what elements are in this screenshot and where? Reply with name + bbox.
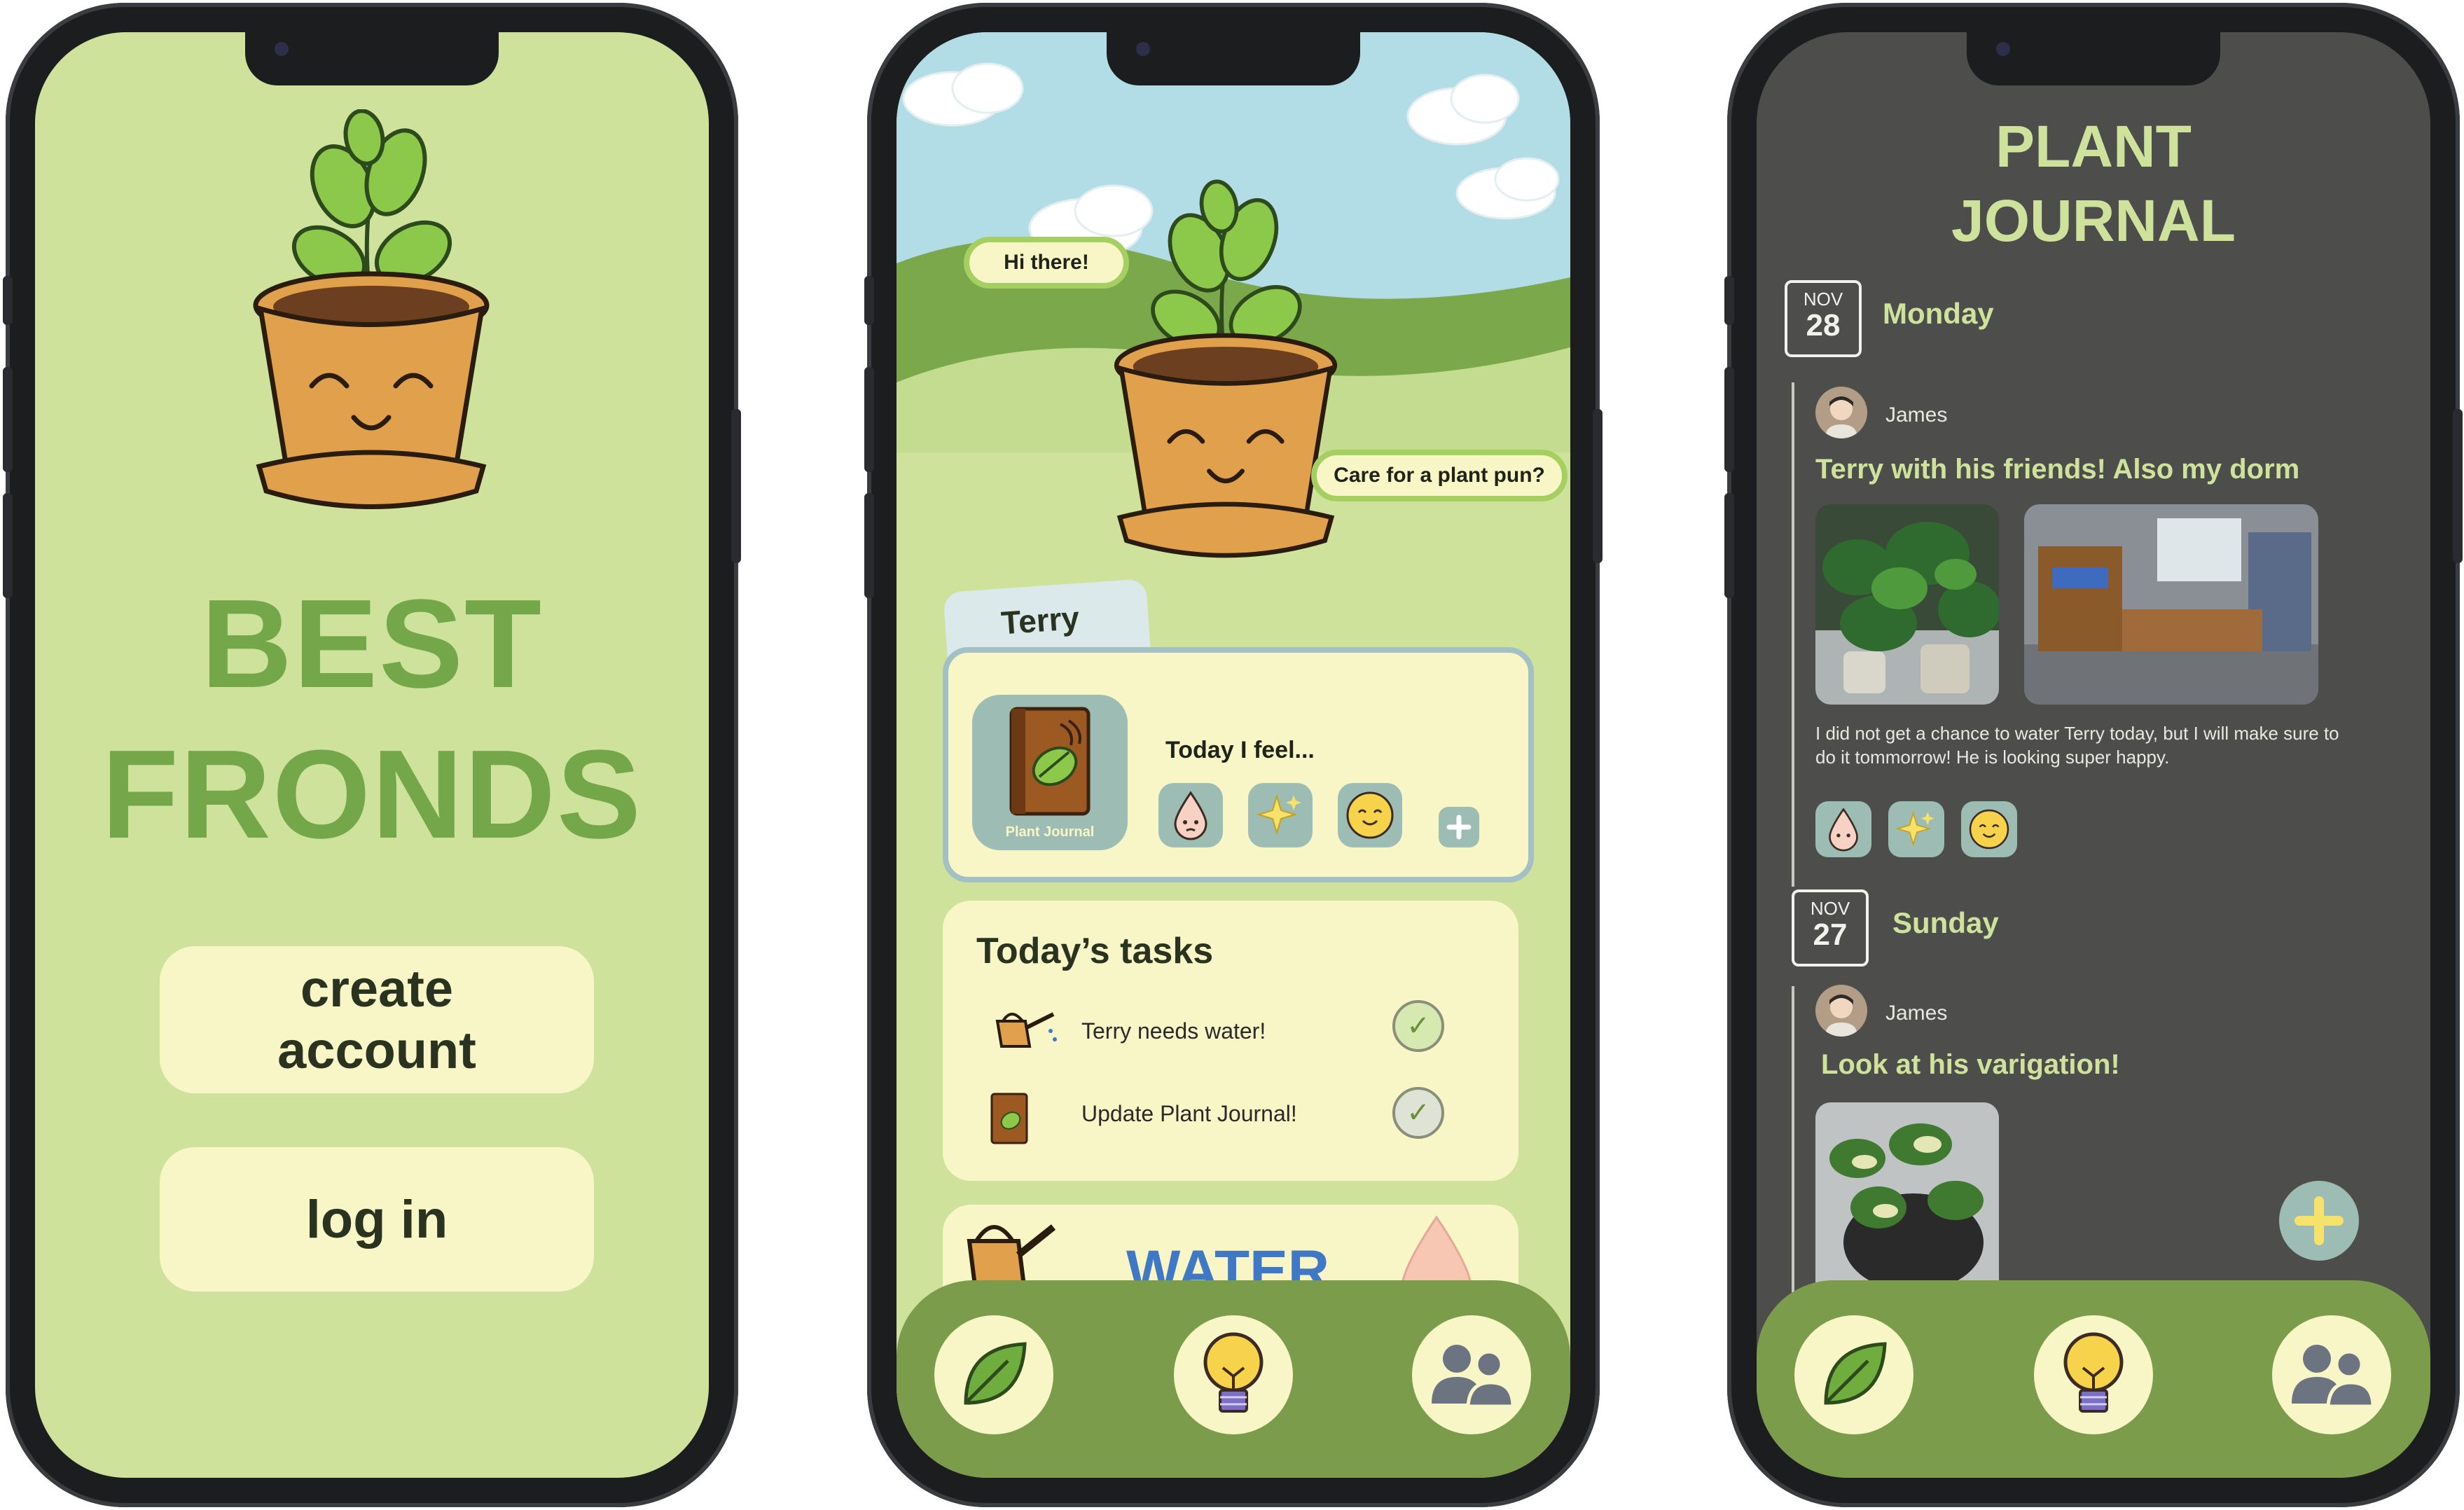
happy-face-icon — [1346, 791, 1394, 839]
date-day: 27 — [1813, 917, 1848, 952]
happy-mood-button[interactable] — [1338, 783, 1402, 847]
nav-plants-button[interactable] — [1794, 1315, 1913, 1434]
journal-book-small-icon — [990, 1093, 1028, 1144]
bottom-nav-bar — [897, 1280, 1570, 1478]
notch — [1107, 32, 1360, 85]
reaction-sparkle[interactable] — [1888, 801, 1944, 857]
lightbulb-icon — [2063, 1332, 2124, 1413]
notch — [245, 32, 499, 85]
plants-photo — [1815, 504, 1999, 705]
journal-screen: PLANT JOURNAL NOV 28 Monday James Terry … — [1757, 32, 2430, 1478]
dorm-photo — [2024, 504, 2318, 705]
plant-journal-tile-label: Plant Journal — [1005, 824, 1095, 840]
happy-face-icon — [1969, 809, 2009, 850]
app-title-line2: FRONDS — [102, 724, 642, 865]
journal-book-icon — [1009, 707, 1091, 816]
post-body: I did not get a chance to water Terry to… — [1815, 723, 2339, 768]
entry-timeline — [1792, 382, 1794, 887]
avatar[interactable] — [1815, 985, 1867, 1037]
home-screen: Hi there! Care for a plant pun? Terry Pl… — [897, 32, 1570, 1478]
login-label: log in — [305, 1189, 448, 1249]
date-badge-nov-28: NOV 28 — [1785, 280, 1862, 357]
plant-pun-text: Care for a plant pun? — [1334, 464, 1545, 487]
plus-icon — [1446, 815, 1472, 840]
task-label-journal: Update Plant Journal! — [1081, 1101, 1297, 1126]
post-title: Look at his varigation! — [1821, 1049, 2120, 1080]
sparkle-mood-button[interactable] — [1248, 783, 1313, 847]
nav-tips-button[interactable] — [1174, 1315, 1293, 1434]
feel-label: Today I feel... — [1165, 737, 1315, 763]
friends-icon — [1432, 1345, 1515, 1408]
sad-mood-button[interactable] — [1158, 783, 1223, 847]
create-account-label-1: create — [300, 960, 454, 1018]
create-account-label-2: account — [277, 1021, 476, 1079]
plant-journal-tile[interactable]: Plant Journal — [972, 695, 1128, 850]
tasks-title: Today’s tasks — [976, 931, 1214, 971]
app-title-line1: BEST — [200, 574, 544, 714]
lightbulb-icon — [1203, 1332, 1264, 1413]
nav-plants-button[interactable] — [934, 1315, 1053, 1434]
welcome-screen: BEST FRONDS create account log in — [35, 32, 709, 1478]
greeting-text: Hi there! — [1004, 251, 1089, 274]
person-avatar-icon — [1815, 985, 1867, 1037]
create-account-button[interactable]: create account — [160, 946, 594, 1093]
login-button[interactable]: log in — [160, 1147, 594, 1291]
add-entry-button[interactable] — [2279, 1181, 2359, 1261]
notch — [1967, 32, 2220, 85]
watering-can-icon — [995, 1012, 1057, 1048]
sad-droplet-icon — [1829, 808, 1858, 852]
task-label-water: Terry needs water! — [1081, 1018, 1266, 1044]
nav-tips-button[interactable] — [2034, 1315, 2153, 1434]
friends-icon — [2292, 1345, 2375, 1408]
plant-mascot-icon — [1114, 179, 1338, 558]
phone-frame-1: BEST FRONDS create account log in — [3, 3, 741, 1507]
phone-frame-2: Hi there! Care for a plant pun? Terry Pl… — [864, 3, 1603, 1507]
task-check-water[interactable]: ✓ — [1392, 1000, 1444, 1052]
leaf-icon — [1824, 1342, 1887, 1405]
plant-name-label: Terry — [999, 599, 1081, 642]
person-avatar-icon — [1815, 387, 1867, 438]
nav-friends-button[interactable] — [1412, 1315, 1531, 1434]
post-photo-dorm[interactable] — [2024, 504, 2318, 705]
journal-title: PLANT JOURNAL — [1757, 109, 2430, 258]
journal-title-line1: PLANT — [1995, 113, 2192, 179]
avatar[interactable] — [1815, 387, 1867, 438]
sad-droplet-icon — [1174, 791, 1207, 840]
reaction-sad[interactable] — [1815, 801, 1871, 857]
date-month: NOV — [1810, 898, 1850, 919]
task-check-journal[interactable]: ✓ — [1392, 1087, 1444, 1139]
nav-friends-button[interactable] — [2272, 1315, 2391, 1434]
reaction-happy[interactable] — [1961, 801, 2017, 857]
journal-title-line2: JOURNAL — [1951, 188, 2236, 254]
date-month: NOV — [1803, 289, 1843, 310]
tasks-card: Today’s tasks Terry needs water! ✓ Updat… — [943, 901, 1518, 1181]
sparkles-icon — [1895, 810, 1934, 847]
bottom-nav-bar — [1757, 1280, 2430, 1478]
post-title: Terry with his friends! Also my dorm — [1815, 454, 2300, 485]
date-badge-nov-27: NOV 27 — [1792, 889, 1869, 967]
post-photo-plants[interactable] — [1815, 504, 1999, 705]
mood-card: Plant Journal Today I feel... — [943, 647, 1534, 882]
phone-frame-3: PLANT JOURNAL NOV 28 Monday James Terry … — [1724, 3, 2463, 1507]
plus-icon — [2295, 1196, 2344, 1245]
plant-pun-bubble[interactable]: Care for a plant pun? — [1311, 450, 1567, 501]
greeting-bubble[interactable]: Hi there! — [964, 237, 1129, 289]
weekday-label: Sunday — [1892, 906, 1999, 939]
sparkles-icon — [1256, 794, 1301, 836]
date-day: 28 — [1806, 308, 1841, 342]
weekday-label: Monday — [1883, 297, 1994, 330]
plant-mascot-icon — [253, 109, 490, 509]
leaf-icon — [964, 1342, 1027, 1405]
add-mood-button[interactable] — [1439, 807, 1479, 847]
username[interactable]: James — [1885, 403, 1947, 427]
username[interactable]: James — [1885, 1002, 1947, 1025]
